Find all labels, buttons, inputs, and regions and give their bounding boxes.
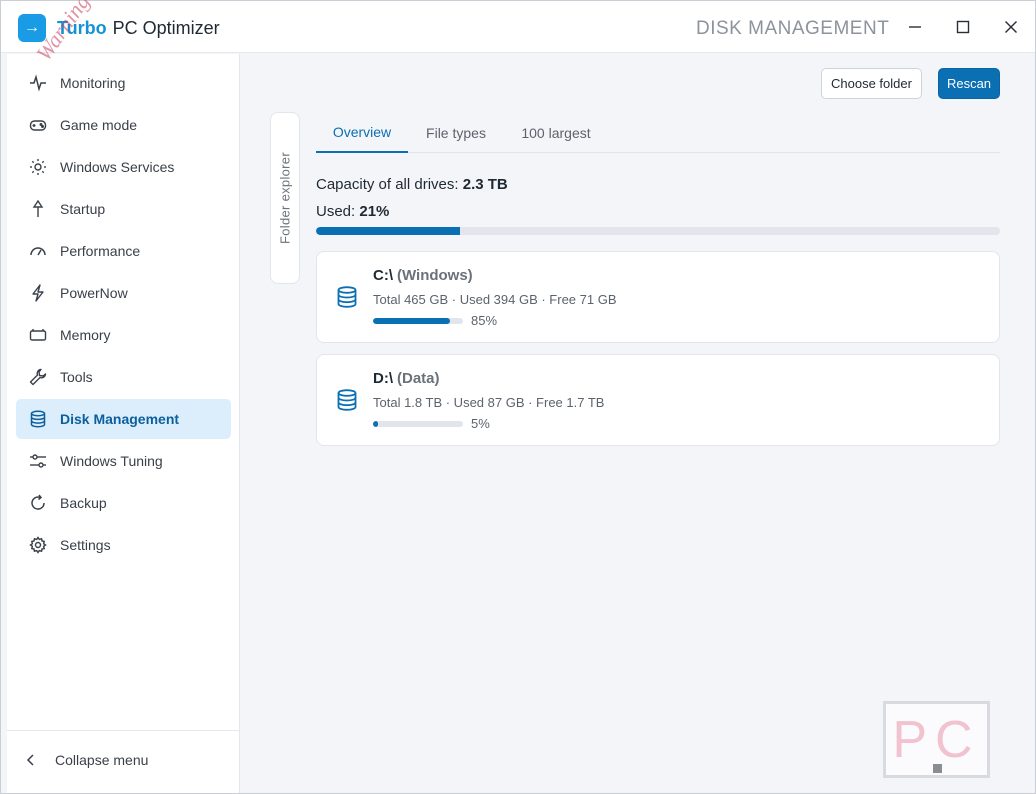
drive-stats: Total 465 GB · Used 394 GB · Free 71 GB [373,292,617,307]
drive-usage-fill [373,421,378,427]
sidebar-divider [7,730,239,731]
app-window: → Turbo PC Optimizer DISK MANAGEMENT Moni… [0,0,1036,794]
app-product: PC Optimizer [112,18,220,38]
drive-usage-percent: 5% [471,416,490,431]
drive-card-c[interactable]: C:\ (Windows) Total 465 GB · Used 394 GB … [316,251,1000,343]
folder-explorer-label: Folder explorer [277,152,293,244]
sidebar-item-monitoring[interactable]: Monitoring [16,63,231,103]
app-brand: Turbo [57,18,107,38]
drive-card-d[interactable]: D:\ (Data) Total 1.8 TB · Used 87 GB · Fr… [316,354,1000,446]
sidebar-item-label: Startup [60,201,106,217]
drive-title: D:\ (Data) [373,370,440,387]
sidebar-item-label: Windows Tuning [60,453,163,469]
folder-explorer-tab[interactable]: Folder explorer [270,112,300,284]
title-bar: → Turbo PC Optimizer DISK MANAGEMENT [1,1,1035,53]
total-usage-fill [316,227,460,235]
watermark-logo: PC [883,701,990,778]
close-button[interactable] [995,11,1027,43]
capacity-label: Capacity of all drives: [316,176,459,193]
sidebar-item-label: Memory [60,327,111,343]
minimize-icon [909,26,921,28]
sidebar-item-label: Performance [60,243,141,259]
minimize-button[interactable] [899,11,931,43]
choose-folder-button[interactable]: Choose folder [821,68,922,99]
sun-gear-icon [29,158,47,176]
drive-stats: Total 1.8 TB · Used 87 GB · Free 1.7 TB [373,395,605,410]
tab-file-types[interactable]: File types [416,113,496,153]
tab-bar: Overview File types 100 largest [316,113,1000,153]
drive-usage-bar [373,421,463,427]
sidebar-item-label: Settings [60,537,111,553]
sidebar-item-label: Monitoring [60,75,126,91]
sidebar-item-windows-services[interactable]: Windows Services [16,147,231,187]
maximize-icon [956,20,970,34]
capacity-value: 2.3 TB [462,176,508,193]
arrow-right-icon: → [18,14,46,42]
rescan-button[interactable]: Rescan [938,68,1000,99]
collapse-menu-button[interactable]: Collapse menu [24,744,148,776]
sliders-icon [29,452,47,470]
rocket-icon [29,200,47,218]
app-name: Turbo PC Optimizer [57,18,220,39]
refresh-icon [29,494,47,512]
sidebar-item-label: Game mode [60,117,138,133]
capacity-summary: Capacity of all drives: 2.3 TB [316,176,508,193]
sidebar-item-settings[interactable]: Settings [16,525,231,565]
sidebar-item-label: Disk Management [60,411,180,427]
gamepad-icon [29,116,47,134]
drive-name: (Data) [397,370,440,387]
used-summary: Used: 21% [316,203,389,220]
used-label: Used: [316,203,356,220]
drive-name: (Windows) [397,267,473,284]
sidebar-item-game-mode[interactable]: Game mode [16,105,231,145]
lightning-icon [29,284,47,302]
page-title: DISK MANAGEMENT [696,18,890,39]
database-icon [29,410,47,428]
sidebar-item-label: Windows Services [60,159,175,175]
sidebar-item-performance[interactable]: Performance [16,231,231,271]
sidebar-item-backup[interactable]: Backup [16,483,231,523]
database-icon [335,285,359,309]
sidebar-item-disk-management[interactable]: Disk Management [16,399,231,439]
drive-letter: C:\ [373,267,393,284]
total-usage-bar [316,227,1000,235]
sidebar-item-tools[interactable]: Tools [16,357,231,397]
database-icon [335,388,359,412]
drive-letter: D:\ [373,370,393,387]
sidebar: Monitoring Game mode Windows Services St… [7,54,240,793]
collapse-menu-label: Collapse menu [55,752,149,768]
wrench-icon [29,368,47,386]
drive-usage-bar [373,318,463,324]
sidebar-item-label: Backup [60,495,107,511]
sidebar-item-label: Tools [60,369,93,385]
sidebar-item-windows-tuning[interactable]: Windows Tuning [16,441,231,481]
memory-chip-icon [29,326,47,344]
pulse-icon [29,74,47,92]
gear-icon [29,536,47,554]
close-icon [1005,21,1017,33]
sidebar-item-startup[interactable]: Startup [16,189,231,229]
gauge-icon [29,242,47,260]
sidebar-item-powernow[interactable]: PowerNow [16,273,231,313]
tab-100-largest[interactable]: 100 largest [512,113,600,153]
used-value: 21% [359,203,390,220]
drive-usage-percent: 85% [471,313,498,328]
drive-title: C:\ (Windows) [373,267,473,284]
chevron-left-icon [24,753,38,767]
sidebar-item-memory[interactable]: Memory [16,315,231,355]
maximize-button[interactable] [947,11,979,43]
drive-usage-fill [373,318,450,324]
tab-overview[interactable]: Overview [316,113,408,153]
sidebar-item-label: PowerNow [60,285,128,301]
